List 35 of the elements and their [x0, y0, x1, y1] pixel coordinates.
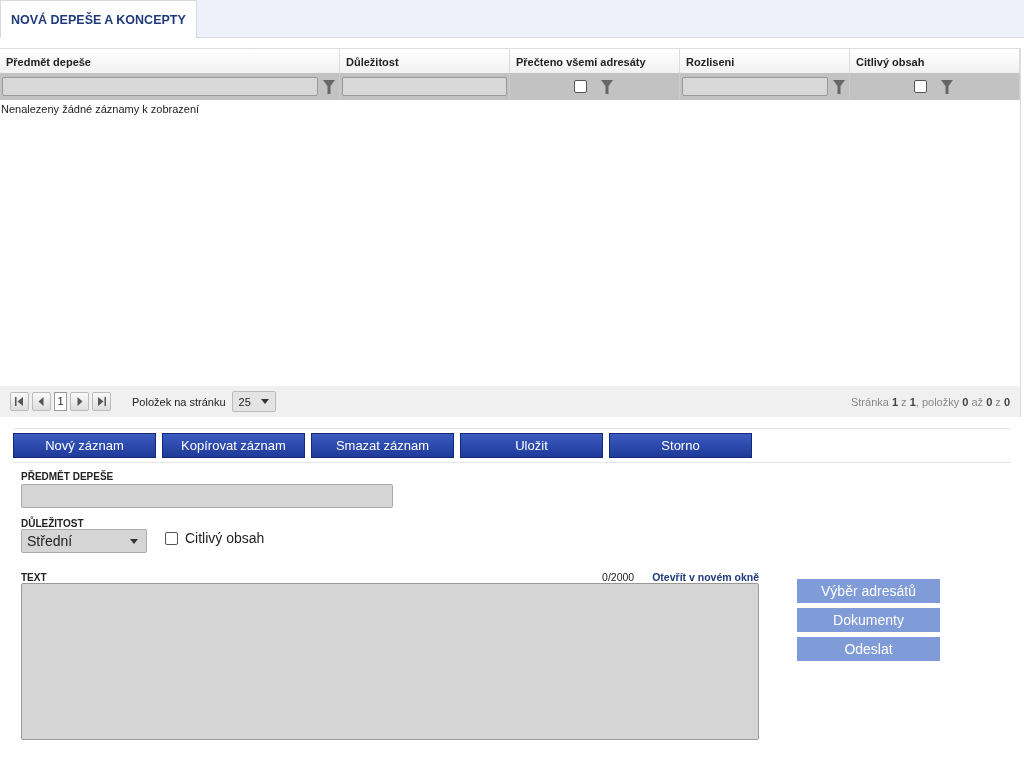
checkbox-label: Citlivý obsah	[185, 530, 265, 546]
action-button[interactable]: Nový záznam	[13, 433, 156, 458]
action-button[interactable]: Kopírovat záznam	[162, 433, 305, 458]
checkbox[interactable]	[165, 531, 178, 545]
pagination-summary: Stránka 1 z 1, položky 0 až 0 z 0	[850, 395, 1010, 408]
field-label: TEXT	[21, 572, 47, 583]
caret-icon	[130, 538, 138, 544]
field-label: PŘEDMĚT DEPEŠE	[21, 471, 115, 482]
last-page-icon	[97, 397, 106, 406]
action-button[interactable]: Smazat záznam	[311, 433, 454, 458]
subject-field[interactable]	[21, 484, 393, 508]
last-page-button[interactable]	[92, 392, 111, 411]
caret-icon	[260, 399, 269, 404]
per-page-label: Položek na stránku	[132, 395, 226, 408]
action-button[interactable]: Storno	[609, 433, 752, 458]
page-number-field[interactable]: 1	[54, 392, 67, 411]
empty-message: Nenalezeny žádné záznamy k zobrazení	[0, 102, 201, 117]
filter-field[interactable]	[342, 77, 507, 96]
importance-dropdown[interactable]: Střední	[21, 529, 147, 553]
next-page-icon	[75, 397, 84, 406]
filter-checkbox[interactable]	[574, 80, 587, 93]
first-page-button[interactable]	[10, 392, 29, 411]
field-label: DŮLEŽITOST	[21, 518, 85, 529]
filter-checkbox[interactable]	[914, 80, 927, 93]
character-counter: 0/2000	[602, 571, 635, 583]
open-in-new-window-link[interactable]: Otevřít v novém okně	[652, 571, 759, 583]
previous-page-icon	[37, 397, 46, 406]
first-page-icon	[15, 397, 24, 406]
next-page-button[interactable]	[70, 392, 89, 411]
filter-field[interactable]	[682, 77, 828, 96]
action-button[interactable]: Uložit	[460, 433, 603, 458]
filter-field[interactable]	[2, 77, 318, 96]
per-page-dropdown[interactable]: 25	[231, 391, 276, 412]
tab[interactable]: NOVÁ DEPEŠE A KONCEPTY	[0, 0, 197, 38]
previous-page-button[interactable]	[32, 392, 51, 411]
